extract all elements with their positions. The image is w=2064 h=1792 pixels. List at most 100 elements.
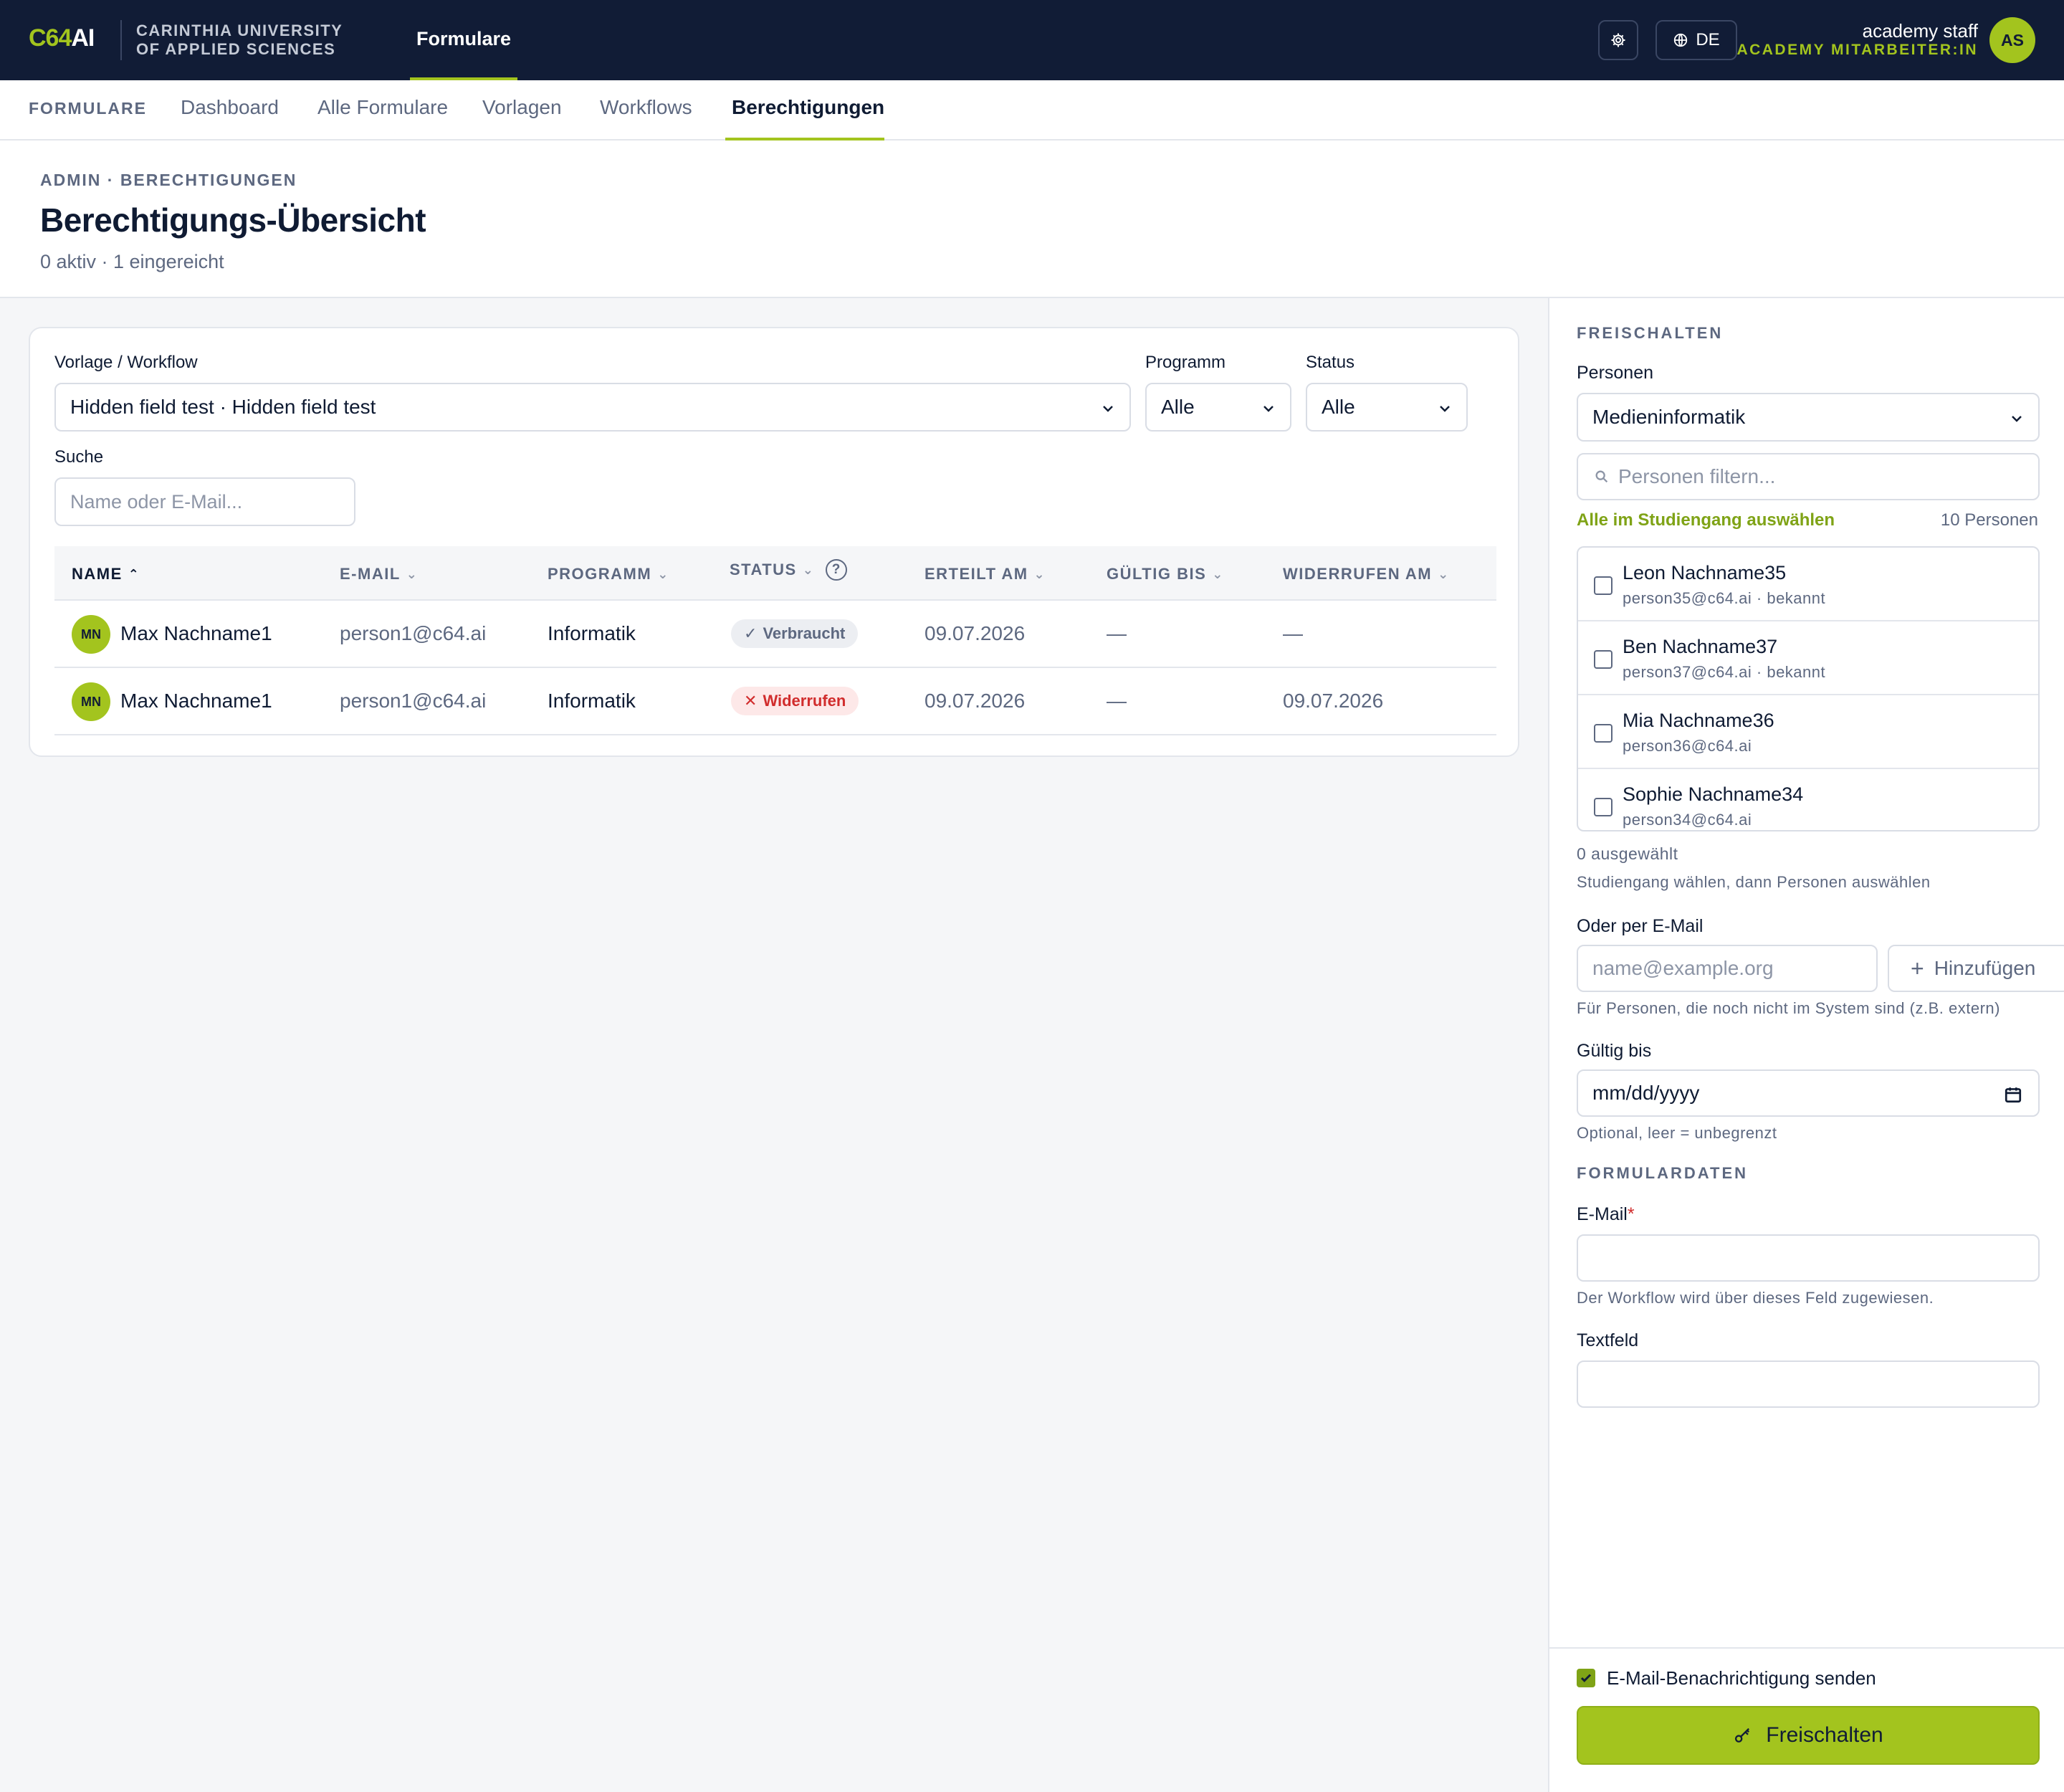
sub-navigation: FORMULARE Dashboard Alle Formulare Vorla… bbox=[0, 80, 2064, 140]
row-valid-until: — bbox=[1107, 690, 1127, 712]
valid-until-date-input[interactable]: mm/dd/yyyy bbox=[1577, 1069, 2040, 1117]
valid-until-hint: Optional, leer = unbegrenzt bbox=[1577, 1124, 1777, 1142]
settings-button[interactable] bbox=[1598, 20, 1638, 60]
brand-logo[interactable]: C64AI bbox=[29, 24, 95, 52]
subnav-item-alle-formulare[interactable]: Alle Formulare bbox=[317, 96, 448, 119]
row-program: Informatik bbox=[548, 622, 636, 644]
panel-footer-divider bbox=[1549, 1647, 2064, 1649]
list-item[interactable]: Ben Nachname37 person37@c64.ai · bekannt bbox=[1578, 621, 2038, 695]
calendar-icon bbox=[2005, 1087, 2022, 1103]
email-input[interactable]: name@example.org bbox=[1577, 945, 1878, 992]
row-valid-until: — bbox=[1107, 622, 1127, 644]
search-icon bbox=[1595, 470, 1608, 483]
row-revoked-date: 09.07.2026 bbox=[1283, 690, 1384, 712]
table-row[interactable]: MN Max Nachname1 person1@c64.ai Informat… bbox=[54, 601, 1496, 668]
column-header-widerrufen-am[interactable]: WIDERRUFEN AM ⌄ bbox=[1283, 565, 1450, 583]
page-subtitle: 0 aktiv · 1 eingereicht bbox=[40, 251, 224, 272]
sort-icon: ⌄ bbox=[802, 562, 815, 577]
column-header-name[interactable]: NAME ⌃ bbox=[72, 565, 140, 583]
person-checkbox[interactable] bbox=[1594, 576, 1612, 595]
tab-formulare[interactable]: Formulare bbox=[410, 0, 517, 80]
column-header-status[interactable]: STATUS ⌄? bbox=[730, 559, 848, 581]
person-list[interactable]: Leon Nachname35 person35@c64.ai · bekann… bbox=[1577, 546, 2040, 831]
table-header: NAME ⌃ E-MAIL ⌄ PROGRAMM ⌄ STATUS ⌄? ERTEILT… bbox=[54, 546, 1496, 601]
chevron-down-icon bbox=[1103, 406, 1113, 412]
unlock-panel: FREISCHALTEN Personen Medieninformatik P… bbox=[1548, 298, 2064, 1792]
email-label: Oder per E-Mail bbox=[1577, 916, 1704, 936]
row-revoked-date: — bbox=[1283, 622, 1303, 644]
row-granted-date: 09.07.2026 bbox=[924, 622, 1026, 644]
gear-icon bbox=[1611, 33, 1625, 47]
breadcrumb: ADMIN · BERECHTIGUNGEN bbox=[40, 171, 297, 189]
program-select[interactable]: Medieninformatik bbox=[1577, 393, 2040, 442]
column-header-gueltig-bis[interactable]: GÜLTIG BIS ⌄ bbox=[1107, 565, 1224, 583]
check-icon bbox=[1580, 1674, 1592, 1682]
status-label: Status bbox=[1306, 353, 1355, 372]
table-row[interactable]: MN Max Nachname1 person1@c64.ai Informat… bbox=[54, 668, 1496, 735]
user-avatar[interactable]: AS bbox=[1989, 17, 2035, 63]
subnav-section-label: FORMULARE bbox=[29, 99, 147, 118]
panel-title: FREISCHALTEN bbox=[1577, 324, 1724, 342]
valid-until-label: Gültig bis bbox=[1577, 1041, 1652, 1061]
status-badge: ✓ Verbraucht bbox=[731, 619, 859, 648]
close-icon: ✕ bbox=[744, 692, 758, 710]
chevron-down-icon bbox=[2012, 416, 2022, 422]
subnav-item-vorlagen[interactable]: Vorlagen bbox=[482, 96, 562, 119]
field-text-label: Textfeld bbox=[1577, 1330, 1639, 1350]
row-program: Informatik bbox=[548, 690, 636, 712]
page-title: Berechtigungs-Übersicht bbox=[40, 201, 426, 239]
unlock-submit-button[interactable]: Freischalten bbox=[1577, 1706, 2040, 1765]
globe-icon bbox=[1674, 33, 1688, 47]
subnav-item-workflows[interactable]: Workflows bbox=[600, 96, 692, 119]
sort-ascending-icon: ⌃ bbox=[128, 566, 140, 581]
template-label: Vorlage / Workflow bbox=[54, 353, 198, 372]
template-select[interactable]: Hidden field test · Hidden field test bbox=[54, 383, 1131, 432]
status-badge: ✕ Widerrufen bbox=[731, 687, 859, 715]
user-name: academy staff bbox=[1862, 20, 1978, 42]
sort-icon: ⌄ bbox=[1212, 566, 1224, 581]
user-role: ACADEMY MITARBEITER:IN bbox=[1736, 42, 1978, 58]
key-icon bbox=[1735, 1727, 1750, 1743]
email-hint: Für Personen, die noch nicht im System s… bbox=[1577, 999, 2000, 1017]
search-input[interactable]: Name oder E-Mail... bbox=[54, 477, 355, 526]
check-icon: ✓ bbox=[744, 624, 758, 642]
row-name: Max Nachname1 bbox=[120, 690, 272, 712]
required-marker: * bbox=[1627, 1204, 1635, 1224]
chevron-down-icon bbox=[1263, 406, 1274, 412]
person-checkbox[interactable] bbox=[1594, 798, 1612, 816]
row-granted-date: 09.07.2026 bbox=[924, 690, 1026, 712]
column-header-programm[interactable]: PROGRAMM ⌄ bbox=[548, 565, 669, 583]
avatar: MN bbox=[72, 682, 110, 721]
column-header-erteilt-am[interactable]: ERTEILT AM ⌄ bbox=[924, 565, 1046, 583]
sort-icon: ⌄ bbox=[1438, 566, 1450, 581]
selected-count: 0 ausgewählt bbox=[1577, 844, 1678, 863]
person-filter-input[interactable]: Personen filtern... bbox=[1577, 453, 2040, 500]
list-item[interactable]: Sophie Nachname34 person34@c64.ai bbox=[1578, 769, 2038, 830]
person-checkbox[interactable] bbox=[1594, 650, 1612, 669]
add-email-button[interactable]: + Hinzufügen bbox=[1888, 945, 2064, 992]
organization-name: CARINTHIA UNIVERSITY OF APPLIED SCIENCES bbox=[136, 22, 343, 58]
status-select[interactable]: Alle bbox=[1306, 383, 1468, 432]
subnav-item-dashboard[interactable]: Dashboard bbox=[181, 96, 279, 119]
subnav-item-berechtigungen[interactable]: Berechtigungen bbox=[732, 96, 884, 119]
page-header: ADMIN · BERECHTIGUNGEN Berechtigungs-Übe… bbox=[0, 140, 2064, 298]
person-checkbox[interactable] bbox=[1594, 724, 1612, 743]
list-item[interactable]: Mia Nachname36 person36@c64.ai bbox=[1578, 695, 2038, 769]
field-text-input[interactable] bbox=[1577, 1360, 2040, 1408]
avatar: MN bbox=[72, 615, 110, 654]
column-header-email[interactable]: E-MAIL ⌄ bbox=[340, 565, 418, 583]
notification-label: E-Mail-Benachrichtigung senden bbox=[1607, 1667, 1876, 1689]
field-email-input[interactable] bbox=[1577, 1234, 2040, 1282]
row-email: person1@c64.ai bbox=[340, 690, 487, 712]
plus-icon: + bbox=[1911, 955, 1924, 981]
top-navigation-bar: C64AI CARINTHIA UNIVERSITY OF APPLIED SC… bbox=[0, 0, 2064, 80]
list-item[interactable]: Leon Nachname35 person35@c64.ai · bekann… bbox=[1578, 548, 2038, 621]
chevron-down-icon bbox=[1440, 406, 1450, 412]
help-icon[interactable]: ? bbox=[826, 559, 848, 581]
search-label: Suche bbox=[54, 447, 104, 467]
notification-checkbox[interactable] bbox=[1577, 1669, 1595, 1687]
select-all-link[interactable]: Alle im Studiengang auswählen bbox=[1577, 510, 1835, 530]
field-email-hint: Der Workflow wird über dieses Feld zugew… bbox=[1577, 1289, 1934, 1307]
program-select[interactable]: Alle bbox=[1145, 383, 1291, 432]
sort-icon: ⌄ bbox=[406, 566, 419, 581]
